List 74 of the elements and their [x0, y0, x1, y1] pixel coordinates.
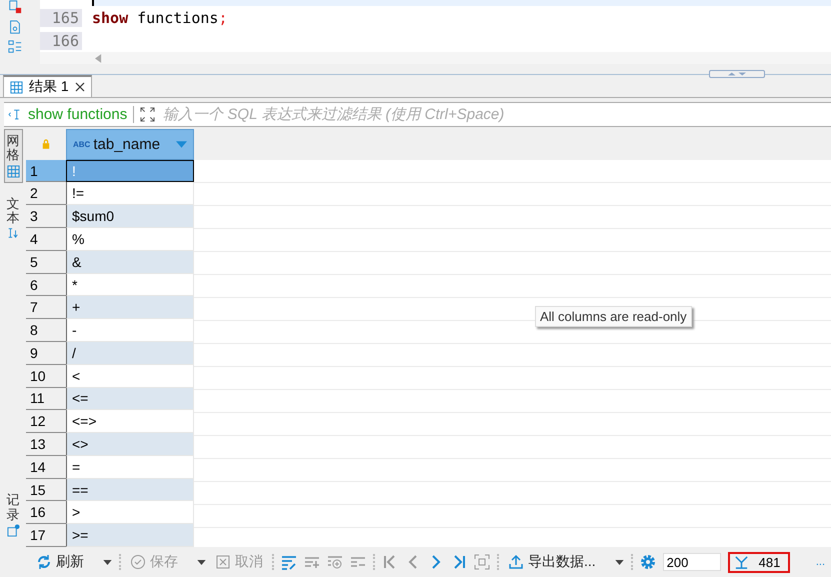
close-icon[interactable] [74, 82, 85, 92]
view-tab[interactable]: 网格 [4, 129, 22, 183]
row-number[interactable]: 16 [26, 501, 66, 524]
export-button[interactable]: 导出数据... [506, 551, 598, 573]
row-number[interactable]: 9 [26, 342, 66, 365]
row-number[interactable]: 13 [26, 433, 66, 456]
document-icon[interactable] [8, 20, 22, 34]
scroll-left-icon[interactable] [95, 54, 102, 62]
save-icon [130, 554, 146, 570]
refresh-icon [36, 554, 52, 570]
text-cursor-icon[interactable] [8, 108, 22, 121]
row-count-button[interactable]: 481 [728, 552, 790, 572]
cancel-icon [215, 554, 231, 570]
table-cell[interactable]: / [66, 342, 194, 365]
view-tab[interactable]: 记录 [4, 489, 22, 541]
export-icon [508, 554, 524, 570]
table-cell[interactable]: * [66, 274, 194, 296]
query-text: show functions [28, 106, 134, 123]
line-number: 166 [40, 32, 82, 50]
refresh-button[interactable]: 刷新 [34, 551, 86, 573]
row-number[interactable]: 14 [26, 456, 66, 479]
row-number[interactable]: 4 [26, 228, 66, 251]
row-number[interactable]: 3 [26, 205, 66, 228]
table-cell[interactable]: == [66, 478, 194, 502]
record-icon [6, 524, 20, 537]
column-name: tab_name [93, 136, 162, 153]
row-number[interactable]: 2 [26, 182, 66, 206]
caret-icon[interactable] [103, 560, 112, 564]
table-cell[interactable]: <> [66, 433, 194, 456]
tooltip: All columns are read-only [535, 306, 692, 327]
fetch-size-field[interactable]: 200 [662, 553, 721, 571]
table-cell[interactable]: <=> [66, 410, 194, 434]
text-icon [7, 227, 19, 240]
row-number[interactable]: 11 [26, 388, 66, 410]
row-number[interactable]: 8 [26, 319, 66, 342]
view-tab[interactable]: 文本 [4, 192, 22, 244]
dropdown-icon[interactable] [176, 140, 187, 148]
caret-icon[interactable] [197, 560, 206, 564]
row-number[interactable]: 12 [26, 410, 66, 434]
line-number: 165 [40, 8, 82, 26]
outline-icon[interactable] [8, 40, 22, 54]
row-number[interactable]: 10 [26, 364, 66, 388]
result-tab[interactable]: 结果 1 [3, 75, 92, 97]
table-cell[interactable]: & [66, 250, 194, 274]
expand-icon[interactable] [140, 107, 156, 122]
row-number[interactable]: 15 [26, 478, 66, 502]
table-cell[interactable]: < [66, 364, 194, 388]
grid-icon [10, 80, 23, 94]
table-cell[interactable]: >= [66, 524, 194, 547]
code-line: show functions; [92, 8, 228, 26]
table-cell[interactable]: $sum0 [66, 205, 194, 228]
table-cell[interactable]: <= [66, 388, 194, 410]
type-label: ABC [73, 140, 90, 149]
lock-icon [42, 139, 50, 150]
filter-field[interactable]: 输入一个 SQL 表达式来过滤结果 (使用 Ctrl+Space) [161, 103, 831, 126]
row-number[interactable]: 17 [26, 524, 66, 547]
row-number[interactable]: 6 [26, 274, 66, 296]
edit-lines-icon[interactable] [281, 554, 297, 570]
caret-icon[interactable] [614, 560, 624, 564]
file-warning-icon[interactable] [8, 0, 22, 14]
grid-icon [6, 164, 20, 178]
table-cell[interactable]: - [66, 319, 194, 342]
table-cell[interactable]: = [66, 456, 194, 479]
table-cell[interactable]: != [66, 182, 194, 206]
fetch-all-icon [734, 554, 749, 570]
gear-icon[interactable] [640, 554, 656, 570]
table-cell[interactable]: + [66, 296, 194, 320]
table-cell[interactable]: % [66, 228, 194, 251]
tab-label: 结果 1 [29, 78, 69, 96]
row-number[interactable]: 7 [26, 296, 66, 320]
table-cell[interactable]: > [66, 501, 194, 524]
row-number[interactable]: 5 [26, 250, 66, 274]
splitter-handle[interactable] [709, 70, 765, 78]
row-number[interactable]: 1 [26, 160, 66, 182]
